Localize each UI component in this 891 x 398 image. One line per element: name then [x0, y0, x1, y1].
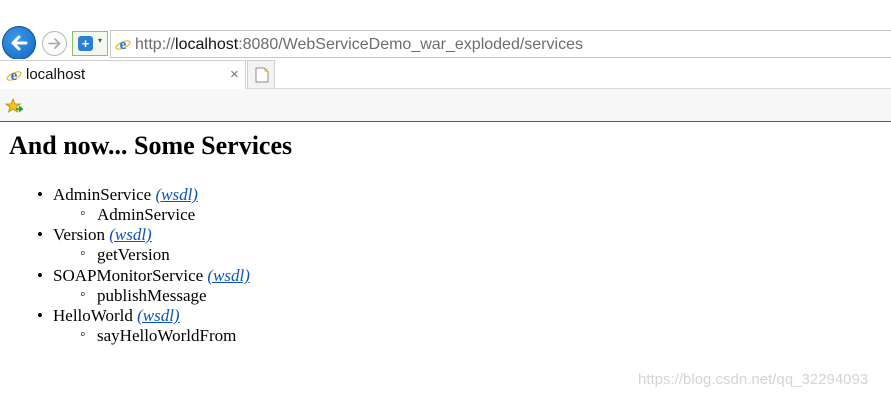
list-item-service: AdminService (wsdl) — [37, 184, 198, 205]
chevron-down-icon: ▾ — [98, 36, 103, 45]
list-item-service: SOAPMonitorService (wsdl) — [37, 265, 250, 286]
wsdl-link[interactable]: (wsdl) — [155, 185, 198, 204]
internet-explorer-icon: e — [6, 68, 22, 83]
new-tab-icon — [255, 67, 269, 83]
close-icon[interactable]: × — [230, 66, 239, 84]
service-name: HelloWorld — [53, 306, 133, 325]
compatibility-view-icon: + — [78, 36, 93, 51]
address-bar[interactable]: e http://localhost:8080/WebServiceDemo_w… — [110, 30, 891, 58]
tab-localhost[interactable]: e localhost × — [0, 60, 246, 89]
internet-explorer-icon: e — [115, 37, 131, 52]
tab-row: e localhost × — [0, 59, 891, 89]
wsdl-link[interactable]: (wsdl) — [109, 225, 152, 244]
wsdl-link[interactable]: (wsdl) — [207, 266, 250, 285]
svg-text:e: e — [120, 37, 127, 52]
list-item-service: HelloWorld (wsdl) — [37, 305, 180, 326]
compatibility-view-button[interactable]: + ▾ — [72, 31, 108, 56]
url-prefix: http:// — [135, 36, 176, 53]
service-name: SOAPMonitorService — [53, 266, 204, 285]
service-name: Version — [53, 225, 105, 244]
forward-arrow-icon — [48, 38, 61, 49]
new-tab-button[interactable] — [247, 60, 275, 88]
watermark: https://blog.csdn.net/qq_32294093 — [638, 371, 869, 388]
wsdl-link[interactable]: (wsdl) — [137, 306, 180, 325]
list-item-operation: getVersion — [80, 243, 170, 265]
list-item-operation: AdminService — [80, 203, 195, 225]
svg-text:e: e — [11, 68, 18, 83]
favorites-star-icon[interactable] — [5, 98, 23, 114]
forward-button[interactable] — [42, 31, 67, 56]
back-button[interactable] — [2, 26, 36, 60]
address-url: http://localhost:8080/WebServiceDemo_war… — [135, 35, 583, 54]
list-item-operation: publishMessage — [80, 284, 206, 306]
page-content: And now... Some Services AdminService (w… — [0, 123, 891, 398]
url-host: localhost — [175, 36, 239, 53]
favorites-bar — [0, 89, 891, 122]
url-path: :8080/WebServiceDemo_war_exploded/servic… — [238, 36, 583, 53]
page-title: And now... Some Services — [9, 131, 293, 160]
list-item-operation: sayHelloWorldFrom — [80, 324, 236, 346]
list-item-service: Version (wsdl) — [37, 224, 152, 245]
navigation-bar: + ▾ e http://localhost:8080/WebServiceDe… — [0, 0, 891, 60]
tab-title: localhost — [26, 66, 86, 83]
back-arrow-icon — [11, 35, 28, 51]
service-name: AdminService — [53, 185, 152, 204]
